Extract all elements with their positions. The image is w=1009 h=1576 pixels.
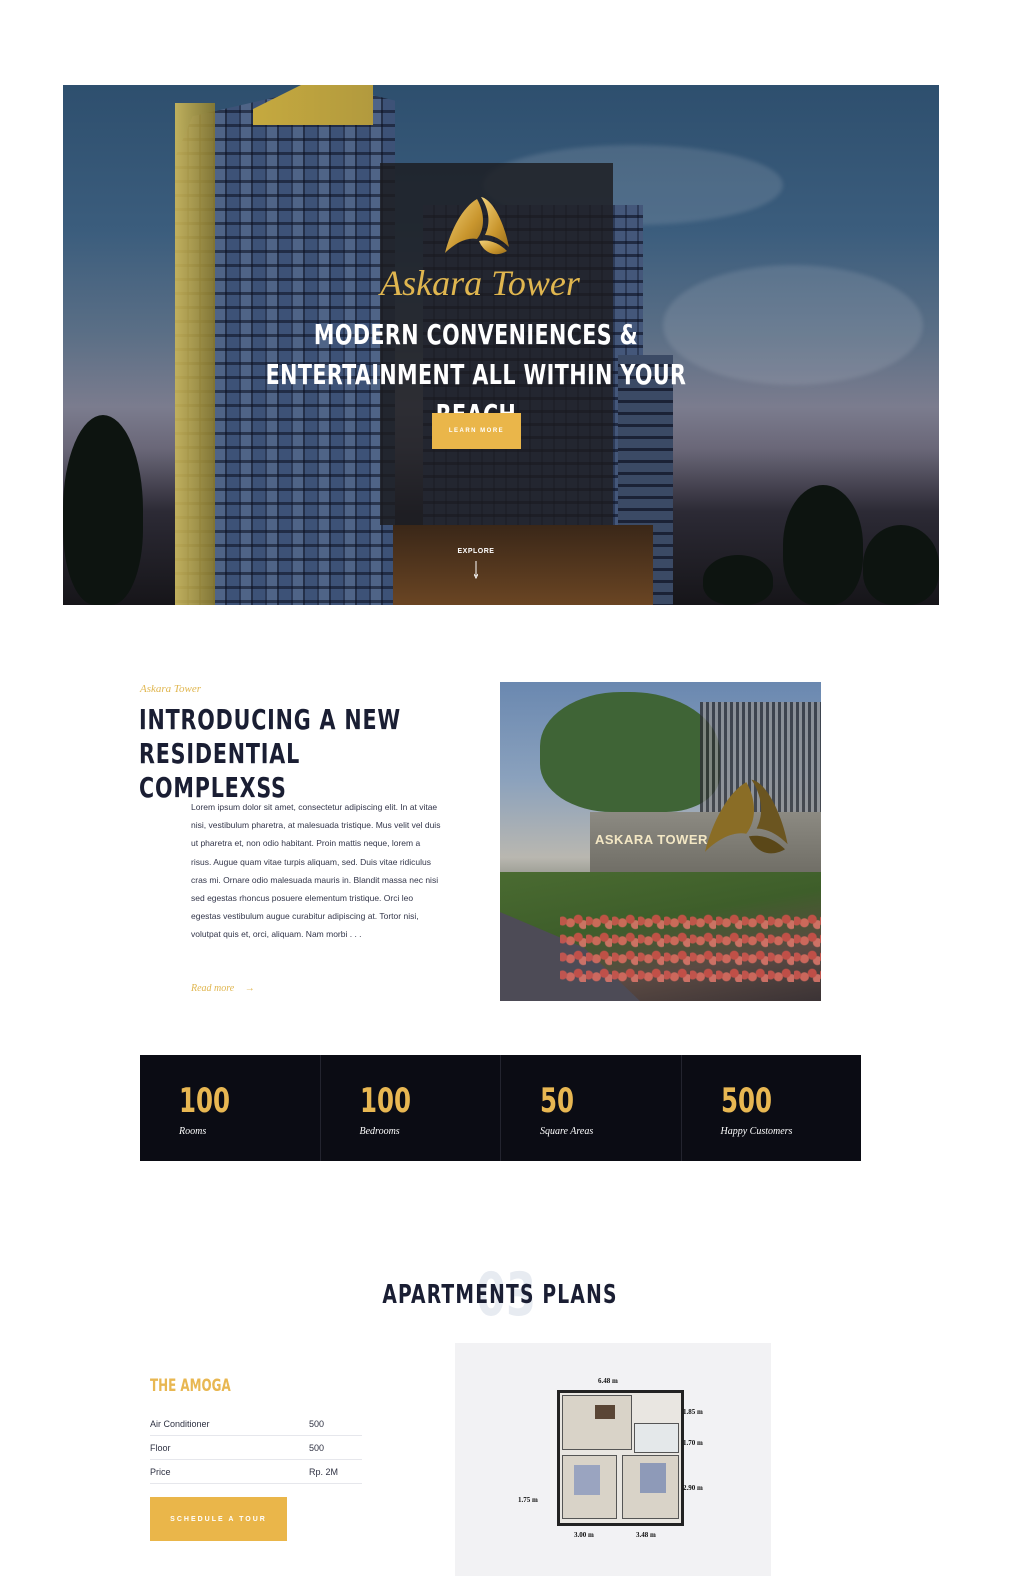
askara-logo-icon [705,779,788,854]
stat-label: Rooms [179,1126,207,1137]
furniture-shape [595,1405,615,1419]
spec-label: Air Conditioner [150,1412,309,1436]
tree-right [783,485,863,605]
plans-title: APARTMENTS PLANS [382,1280,618,1310]
schedule-tour-button[interactable]: SCHEDULE A TOUR [150,1497,287,1541]
askara-logo-icon [445,197,509,255]
tree-right [863,525,939,605]
read-more-label: Read more [191,983,235,994]
read-more-link[interactable]: Read more → [191,983,255,994]
dimension-label: 1.85 m [683,1408,703,1416]
hero-brand-name: Askara Tower [380,263,580,303]
stat-label: Bedrooms [359,1126,400,1137]
intro-eyebrow: Askara Tower [140,683,202,695]
dimension-label: 3.00 m [574,1531,594,1539]
spec-label: Price [150,1459,309,1484]
stat-value: 100 [359,1081,411,1121]
bed-shape [574,1465,600,1495]
trees-shape [540,692,720,812]
tower-crown [253,85,373,125]
stat-rooms: 100 Rooms [140,1055,321,1161]
floor-plan-room [634,1423,679,1453]
stat-value: 50 [540,1081,575,1121]
tower-podium [393,525,653,605]
floor-plan-room [562,1395,632,1450]
arrow-right-icon: → [244,983,255,994]
flowerbed-shape [560,912,821,982]
dimension-label: 6.48 m [598,1377,618,1385]
dimension-label: 2.90 m [683,1484,703,1492]
intro-title: INTRODUCING A NEW RESIDENTIAL COMPLEXSS [139,703,402,804]
floor-plan-image [557,1390,684,1526]
entrance-sign-text: ASKARA TOWER [595,832,708,847]
spec-value: 500 [309,1412,362,1436]
plan-spec-table: Air Conditioner 500 Floor 500 Price Rp. … [150,1412,362,1484]
stat-square-areas: 50 Square Areas [501,1055,682,1161]
dimension-label: 3.48 m [636,1531,656,1539]
tree-left [63,415,143,605]
stat-bedrooms: 100 Bedrooms [321,1055,501,1161]
learn-more-button[interactable]: LEARN MORE [432,413,521,449]
arrow-down-icon[interactable] [473,561,479,580]
tower-facade [175,103,215,605]
table-row: Floor 500 [150,1435,362,1460]
intro-body-text: Lorem ipsum dolor sit amet, consectetur … [191,802,441,940]
spec-label: Floor [150,1435,309,1460]
dimension-label: 1.70 m [683,1439,703,1447]
table-row: Air Conditioner 500 [150,1412,362,1436]
explore-link[interactable]: EXPLORE [446,548,506,555]
dimension-label: 1.75 m [518,1496,538,1504]
spec-value: Rp. 2M [309,1459,362,1484]
spec-value: 500 [309,1435,362,1460]
entrance-image: ASKARA TOWER [500,682,821,1001]
bed-shape [640,1463,666,1493]
stat-label: Happy Customers [720,1126,793,1137]
stat-value: 500 [720,1081,772,1121]
tree-right [703,555,773,605]
stats-bar: 100 Rooms 100 Bedrooms 50 Square Areas 5… [140,1055,861,1161]
table-row: Price Rp. 2M [150,1459,362,1484]
stat-label: Square Areas [540,1126,594,1137]
plan-name: THE AMOGA [150,1376,231,1396]
stat-happy-customers: 500 Happy Customers [682,1055,862,1161]
stat-value: 100 [179,1081,231,1121]
